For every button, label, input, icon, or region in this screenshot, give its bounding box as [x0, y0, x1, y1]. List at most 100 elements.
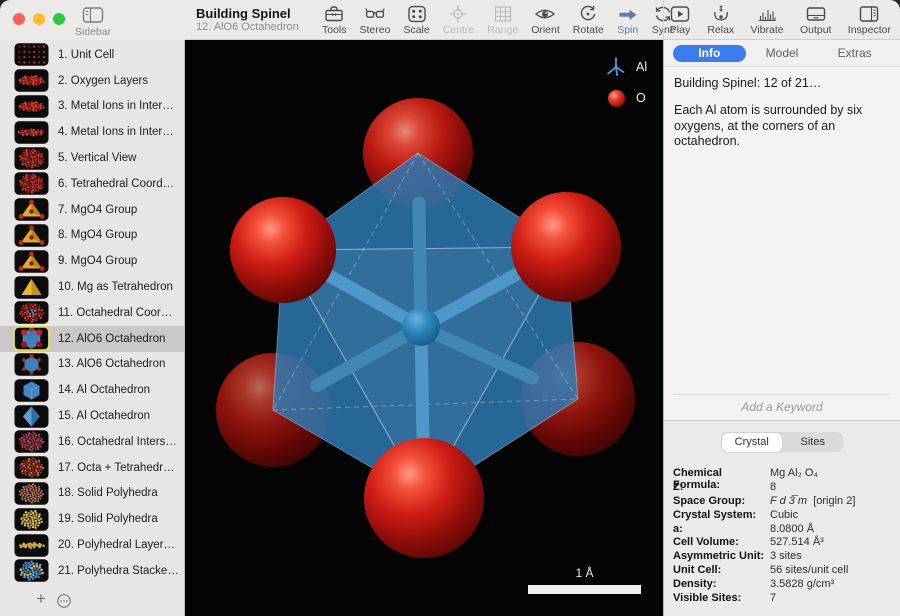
al-axes-icon — [604, 55, 628, 79]
rotate-icon — [577, 4, 599, 24]
close-button[interactable] — [13, 13, 25, 25]
inspector-tab[interactable]: Info — [673, 45, 746, 62]
toolbar-button-spin[interactable]: Spin — [617, 4, 639, 36]
slide-label: 20. Polyhedral Layer… — [58, 539, 175, 551]
slide-list-item[interactable]: 18. Solid Polyhedra — [0, 481, 184, 507]
property-row: a: 8.0800 Å — [673, 523, 900, 537]
slide-thumbnail — [13, 223, 50, 248]
slide-list-item[interactable]: 17. Octa + Tetrahedr… — [0, 455, 184, 481]
sidebar-footer: + — [0, 586, 184, 616]
slide-list-item[interactable]: 1. Unit Cell — [0, 42, 184, 68]
segmented-tab[interactable]: Sites — [783, 432, 844, 452]
slide-list-item[interactable]: 13. AlO6 Octahedron — [0, 352, 184, 378]
inspector-tab[interactable]: Extras — [818, 45, 891, 62]
slide-list-item[interactable]: 10. Mg as Tetrahedron — [0, 274, 184, 300]
toolbar-button-centre[interactable]: Centre — [443, 4, 475, 36]
titlebar: Sidebar Building Spinel 12. AlO6 Octahed… — [0, 0, 900, 40]
crystal-scene[interactable] — [185, 40, 663, 616]
toolbar-button-scale[interactable]: Scale — [403, 4, 429, 36]
slide-label: 4. Metal Ions in Inter… — [58, 126, 174, 138]
slide-thumbnail — [13, 68, 50, 93]
toolbar-button-orient[interactable]: Orient — [531, 4, 560, 36]
crystal-properties-table: Chemical Formula: Mg Al₂ O₄ Z: 8 Space G… — [673, 467, 900, 606]
slide-thumbnail — [13, 558, 50, 583]
slide-label: 6. Tetrahedral Coord… — [58, 178, 174, 190]
more-options-button[interactable] — [56, 593, 72, 609]
property-label: a: — [673, 523, 770, 535]
inspector-icon — [858, 4, 880, 24]
slide-list-item[interactable]: 20. Polyhedral Layer… — [0, 532, 184, 558]
slide-thumbnail — [13, 378, 50, 403]
toolbar-button-vibrate[interactable]: Vibrate — [751, 4, 784, 36]
slide-list-item[interactable]: 8. MgO4 Group — [0, 223, 184, 249]
property-value: Cubic — [770, 509, 798, 521]
slide-list-item[interactable]: 21. Polyhedra Stacke… — [0, 558, 184, 584]
document-title: Building Spinel — [196, 6, 299, 21]
slide-list: 1. Unit Cell 2. Oxygen Layers 3. Metal I… — [0, 42, 184, 584]
atom-legend: Al O — [604, 55, 652, 117]
slide-list-item[interactable]: 9. MgO4 Group — [0, 248, 184, 274]
slide-list-item[interactable]: 4. Metal Ions in Inter… — [0, 119, 184, 145]
property-value: 3 sites — [770, 550, 802, 562]
slide-thumbnail — [13, 455, 50, 480]
title-block: Building Spinel 12. AlO6 Octahedron — [196, 6, 299, 34]
slide-list-item[interactable]: 5. Vertical View — [0, 145, 184, 171]
divider — [673, 394, 891, 395]
property-value: Mg Al₂ O₄ — [770, 467, 818, 479]
property-label: Visible Sites: — [673, 592, 770, 604]
tools-icon — [323, 4, 345, 24]
slide-label: 3. Metal Ions in Inter… — [58, 100, 174, 112]
toolbar-button-output[interactable]: Output — [800, 4, 832, 36]
scale-bar-label: 1 Å — [528, 566, 641, 580]
property-label: Cell Volume: — [673, 536, 770, 548]
toolbar-button-relax[interactable]: Relax — [707, 4, 734, 36]
slide-thumbnail — [13, 197, 50, 222]
toolbar-button-play[interactable]: Play — [669, 4, 691, 36]
toolbar-button-rotate[interactable]: Rotate — [573, 4, 604, 36]
slide-list-item[interactable]: 2. Oxygen Layers — [0, 68, 184, 94]
property-row: Unit Cell: 56 sites/unit cell — [673, 564, 900, 578]
property-suffix: [origin 2] — [807, 495, 855, 507]
toolbar-button-stereo[interactable]: Stereo — [360, 4, 391, 36]
slide-list-item[interactable]: 7. MgO4 Group — [0, 197, 184, 223]
slide-thumbnail — [13, 429, 50, 454]
slide-label: 10. Mg as Tetrahedron — [58, 281, 173, 293]
slide-thumbnail — [13, 171, 50, 196]
toolbar-button-tools[interactable]: Tools — [322, 4, 347, 36]
zoom-button[interactable] — [53, 13, 65, 25]
slide-list-item[interactable]: 11. Octahedral Coor… — [0, 300, 184, 326]
slide-list-item[interactable]: 19. Solid Polyhedra — [0, 506, 184, 532]
slide-list-item[interactable]: 3. Metal Ions in Inter… — [0, 94, 184, 120]
viewport-3d[interactable]: Al O 1 Å — [185, 40, 663, 616]
property-row: Density: 3.5828 g/cm³ — [673, 578, 900, 592]
scale-bar: 1 Å — [528, 566, 641, 594]
property-value: 8 — [770, 481, 776, 493]
add-slide-button[interactable]: + — [36, 584, 46, 614]
property-row: Space Group: F d 3̅ m [origin 2] — [673, 495, 900, 509]
slide-thumbnail — [13, 42, 50, 67]
property-value: 8.0800 Å — [770, 523, 814, 535]
slide-label: 5. Vertical View — [58, 152, 136, 164]
property-value: 527.514 Å³ — [770, 536, 824, 548]
slide-list-item[interactable]: 15. Al Octahedron — [0, 403, 184, 429]
crystal-section: Crystal Sites Chemical Formula: Mg Al₂ O… — [664, 420, 900, 616]
slide-list-item[interactable]: 16. Octahedral Inters… — [0, 429, 184, 455]
slide-thumbnail — [13, 300, 50, 325]
keyword-input[interactable] — [690, 399, 874, 415]
slide-label: 18. Solid Polyhedra — [58, 487, 158, 499]
toolbar-button-inspector[interactable]: Inspector — [848, 4, 891, 36]
toolbar-button-range[interactable]: Range — [487, 4, 518, 36]
property-row: Z: 8 — [673, 481, 900, 495]
slide-list-item[interactable]: 6. Tetrahedral Coord… — [0, 171, 184, 197]
inspector-tab[interactable]: Model — [746, 45, 819, 62]
slide-list-item[interactable]: 12. AlO6 Octahedron — [0, 326, 184, 352]
slide-list-item[interactable]: 14. Al Octahedron — [0, 377, 184, 403]
minimize-button[interactable] — [33, 13, 45, 25]
sidebar-toggle-button[interactable]: Sidebar — [68, 5, 118, 38]
crystal-sites-segmented: Crystal Sites — [721, 432, 843, 452]
toolbar-main: Tools Stereo Scale Centre — [322, 4, 675, 36]
sidebar-toggle-label: Sidebar — [75, 26, 111, 38]
output-icon — [805, 4, 827, 24]
segmented-tab[interactable]: Crystal — [722, 433, 783, 452]
slide-label: 17. Octa + Tetrahedr… — [58, 462, 174, 474]
